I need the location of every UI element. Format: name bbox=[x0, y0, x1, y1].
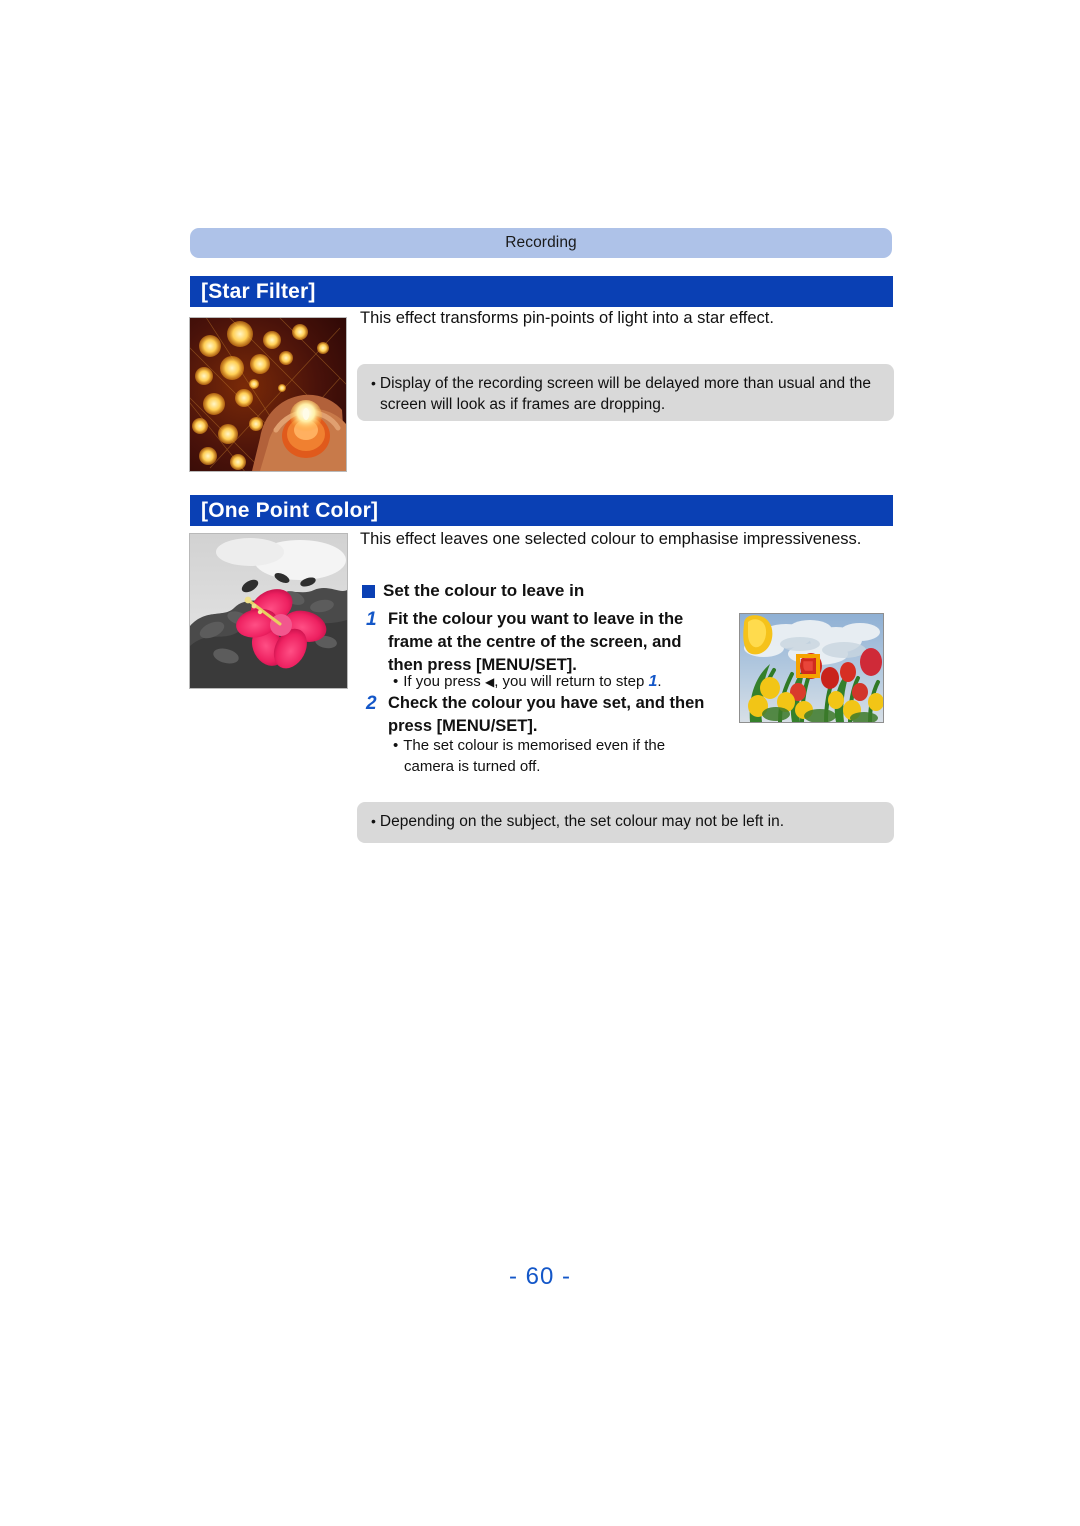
camera-screen-art bbox=[740, 614, 883, 722]
section-header-one-point-color: [One Point Color] bbox=[190, 495, 893, 526]
step-1-sub-bullet: If you press ◀, you will return to step … bbox=[393, 671, 662, 693]
step-line: Fit the colour you want to leave in the bbox=[388, 610, 684, 628]
star-filter-description: This effect transforms pin-points of lig… bbox=[360, 309, 774, 327]
sub-bullet-middle: , you will return to step bbox=[494, 673, 645, 690]
section-title-star-filter: [Star Filter] bbox=[201, 279, 316, 303]
blue-square-bullet-icon bbox=[362, 584, 375, 598]
note-line: screen will look as if frames are droppi… bbox=[380, 396, 666, 413]
one-point-color-description: This effect leaves one selected colour t… bbox=[360, 530, 862, 548]
note-line: Depending on the subject, the set colour… bbox=[371, 811, 882, 832]
section-header-star-filter: [Star Filter] bbox=[190, 276, 893, 307]
document-page: Recording [Star Filter] This effect tran… bbox=[0, 0, 1080, 1526]
step-line: press [MENU/SET]. bbox=[388, 717, 538, 735]
running-head-text: Recording bbox=[505, 234, 577, 251]
step-number: 1 bbox=[366, 609, 377, 630]
instruction-step-1: 1 Fit the colour you want to leave in th… bbox=[366, 608, 683, 677]
sub-bullet-line: The set colour is memorised even if the bbox=[393, 737, 665, 754]
sub-bullet-suffix: . bbox=[657, 673, 662, 690]
step-text: Fit the colour you want to leave in the … bbox=[388, 608, 683, 677]
arrow-left-icon: ◀ bbox=[484, 675, 495, 689]
sub-bullet-prefix: If you press bbox=[393, 673, 481, 690]
star-filter-sample-photo bbox=[189, 317, 347, 472]
camera-screen-tulip-field bbox=[739, 613, 884, 723]
step-line: frame at the centre of the screen, and bbox=[388, 633, 682, 651]
subheading-text: Set the colour to leave in bbox=[383, 581, 585, 600]
step-number: 2 bbox=[366, 693, 377, 714]
note-line: Display of the recording screen will be … bbox=[371, 373, 882, 394]
sub-bullet-line: camera is turned off. bbox=[404, 758, 541, 775]
one-point-color-sample-photo bbox=[189, 533, 348, 689]
subheading-set-colour: Set the colour to leave in bbox=[362, 581, 584, 601]
running-head-band: Recording bbox=[190, 228, 892, 258]
star-filter-photo-art bbox=[190, 318, 346, 471]
star-filter-note-box: Display of the recording screen will be … bbox=[357, 364, 894, 421]
page-number: - 60 - bbox=[508, 1263, 571, 1290]
step-2-sub-bullet: The set colour is memorised even if the … bbox=[393, 735, 665, 777]
step-line: Check the colour you have set, and then bbox=[388, 694, 705, 712]
instruction-step-2: 2 Check the colour you have set, and the… bbox=[366, 692, 704, 738]
one-point-color-photo-art bbox=[190, 534, 347, 688]
step-text: Check the colour you have set, and then … bbox=[388, 692, 704, 738]
one-point-color-note-box: Depending on the subject, the set colour… bbox=[357, 802, 894, 843]
section-title-one-point-color: [One Point Color] bbox=[201, 498, 379, 522]
